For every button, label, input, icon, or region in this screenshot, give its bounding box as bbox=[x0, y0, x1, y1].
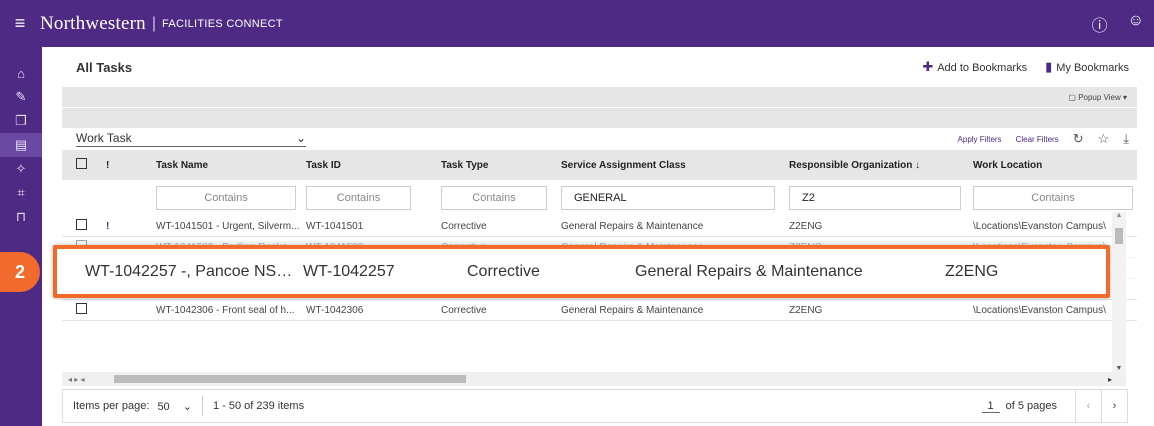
filter-work-location[interactable]: Contains bbox=[973, 186, 1133, 210]
page-title: All Tasks bbox=[76, 59, 133, 75]
wrench-icon[interactable]: ✧ bbox=[0, 157, 42, 181]
select-all-checkbox[interactable] bbox=[76, 158, 87, 169]
vertical-scrollbar[interactable]: ▲ ▼ bbox=[1112, 212, 1126, 372]
home-icon[interactable]: ⌂ bbox=[0, 61, 42, 85]
download-icon[interactable]: ⤓ bbox=[1123, 131, 1129, 147]
total-pages: of 5 pages bbox=[1005, 400, 1057, 412]
filter-responsible-org[interactable]: Z2 bbox=[789, 186, 961, 210]
header-service-class[interactable]: Service Assignment Class bbox=[561, 160, 789, 171]
top-bar: ≡ Northwestern | FACILITIES CONNECT ⓘ ☺ bbox=[0, 0, 1154, 47]
sort-down-icon: ↓ bbox=[915, 159, 921, 171]
main-content: All Tasks ✚ Add to Bookmarks ▮ My Bookmark… bbox=[62, 47, 1137, 426]
highlight-callout: WT-1042257 -, Pancoe NSUH... WT-1042257 … bbox=[53, 245, 1110, 298]
hamburger-icon[interactable]: ≡ bbox=[0, 13, 40, 34]
horizontal-scroll-thumb[interactable] bbox=[114, 375, 466, 383]
add-bookmark-label: Add to Bookmarks bbox=[937, 62, 1028, 74]
popup-view-label: Popup View bbox=[1078, 92, 1121, 102]
refresh-icon[interactable]: ↻ bbox=[1073, 131, 1084, 147]
briefcase-icon[interactable]: ⊓ bbox=[0, 205, 42, 229]
edit-icon[interactable]: ✎ bbox=[0, 85, 42, 109]
column-filter-row: Contains Contains Contains GENERAL Z2 Co… bbox=[62, 180, 1137, 216]
header-responsible-org-label: Responsible Organization bbox=[789, 159, 913, 171]
scroll-down-icon[interactable]: ▼ bbox=[1112, 365, 1126, 372]
task-id-cell: WT-1042306 bbox=[306, 304, 364, 316]
user-icon[interactable]: ☺ bbox=[1128, 12, 1144, 36]
header-task-name[interactable]: Task Name bbox=[156, 160, 306, 171]
header-priority[interactable]: ! bbox=[90, 160, 156, 171]
table-header: ! Task Name Task ID Task Type Service As… bbox=[62, 150, 1137, 180]
task-name-cell[interactable]: WT-1041501 - Urgent, Silverm... bbox=[156, 221, 306, 232]
responsible-org-cell: Z2ENG bbox=[789, 304, 823, 316]
pagination-bar: Items per page: 50 ⌄ 1 - 50 of 239 items… bbox=[62, 389, 1128, 423]
bookmark-icon: ▮ bbox=[1045, 59, 1053, 74]
sidebar: ⌂ ✎ ❐ ▤ ✧ ⌗ ⊓ bbox=[0, 47, 42, 426]
bookmark-add-icon: ✚ bbox=[922, 59, 934, 74]
filter-service-class[interactable]: GENERAL bbox=[561, 186, 775, 210]
filter-task-id[interactable]: Contains bbox=[306, 186, 411, 210]
brand-subtitle: FACILITIES CONNECT bbox=[161, 17, 283, 30]
callout-task-name: WT-1042257 -, Pancoe NSUH... bbox=[85, 262, 303, 280]
task-type-cell: Corrective bbox=[441, 304, 487, 316]
table-row[interactable]: ! WT-1041501 - Urgent, Silverm... WT-10415… bbox=[62, 216, 1137, 237]
scroll-right-icon[interactable]: ▸ bbox=[1108, 375, 1112, 384]
filter-task-name[interactable]: Contains bbox=[156, 186, 296, 210]
view-toolbar: ▢ Popup View ▾ bbox=[62, 87, 1137, 107]
task-type-cell: Corrective bbox=[441, 220, 487, 232]
document-icon[interactable]: ▤ bbox=[0, 133, 42, 157]
next-page-button[interactable]: › bbox=[1101, 390, 1127, 422]
info-icon[interactable]: ⓘ bbox=[1092, 12, 1108, 36]
star-icon[interactable]: ☆ bbox=[1098, 131, 1110, 147]
vertical-scroll-thumb[interactable] bbox=[1115, 228, 1123, 244]
table-row[interactable]: WT-1042306 - Front seal of h... WT-104230… bbox=[62, 300, 1137, 321]
toolbar-spacer bbox=[62, 108, 1137, 128]
service-class-cell: General Repairs & Maintenance bbox=[561, 304, 704, 316]
my-bookmarks-button[interactable]: ▮ My Bookmarks bbox=[1045, 59, 1129, 75]
row-checkbox[interactable] bbox=[76, 219, 87, 230]
horizontal-scrollbar[interactable]: ◂ ▸ ◂ ▸ bbox=[62, 372, 1126, 386]
header-work-location[interactable]: Work Location bbox=[973, 160, 1137, 171]
callout-task-id: WT-1042257 bbox=[303, 262, 395, 280]
filter-task-type[interactable]: Contains bbox=[441, 186, 547, 210]
items-per-page-value: 50 bbox=[157, 400, 170, 413]
chevron-down-icon: ⌄ bbox=[295, 131, 306, 145]
task-id-cell: WT-1041501 bbox=[306, 220, 364, 232]
header-task-id[interactable]: Task ID bbox=[306, 160, 441, 171]
popup-view-button[interactable]: ▢ Popup View ▾ bbox=[1068, 93, 1127, 102]
header-task-type[interactable]: Task Type bbox=[441, 160, 561, 171]
items-range: 1 - 50 of 239 items bbox=[212, 400, 305, 412]
callout-service-class: General Repairs & Maintenance bbox=[635, 262, 863, 280]
callout-task-type: Corrective bbox=[467, 262, 540, 280]
scan-icon[interactable]: ⌗ bbox=[0, 181, 42, 205]
items-per-page-label: Items per page: bbox=[73, 400, 150, 412]
scroll-left-icon[interactable]: ◂ ▸ ◂ bbox=[68, 375, 85, 384]
brand-separator: | bbox=[151, 14, 156, 32]
step-number-badge: 2 bbox=[0, 252, 40, 292]
query-selector-value: Work Task bbox=[76, 131, 132, 145]
copy-icon[interactable]: ❐ bbox=[0, 109, 42, 133]
add-bookmark-button[interactable]: ✚ Add to Bookmarks bbox=[922, 59, 1027, 75]
my-bookmarks-label: My Bookmarks bbox=[1056, 62, 1129, 74]
items-per-page-select[interactable]: 50 ⌄ bbox=[157, 400, 192, 413]
clear-filters-link[interactable]: Clear Filters bbox=[1016, 135, 1059, 144]
header-responsible-org[interactable]: Responsible Organization ↓ bbox=[789, 160, 973, 171]
page-number-input[interactable]: 1 bbox=[981, 400, 1000, 413]
scroll-up-icon[interactable]: ▲ bbox=[1112, 212, 1126, 219]
row-checkbox[interactable] bbox=[76, 303, 87, 314]
responsible-org-cell: Z2ENG bbox=[789, 220, 823, 232]
priority-flag: ! bbox=[106, 220, 110, 232]
callout-org: Z2ENG bbox=[945, 262, 999, 280]
chevron-down-icon: ⌄ bbox=[182, 400, 192, 413]
brand-logo: Northwestern bbox=[40, 12, 146, 34]
prev-page-button[interactable]: ‹ bbox=[1075, 390, 1101, 422]
query-selector[interactable]: Work Task ⌄ bbox=[76, 131, 306, 147]
task-name-cell[interactable]: WT-1042306 - Front seal of h... bbox=[156, 305, 306, 316]
apply-filters-link[interactable]: Apply Filters bbox=[958, 135, 1002, 144]
service-class-cell: General Repairs & Maintenance bbox=[561, 220, 704, 232]
